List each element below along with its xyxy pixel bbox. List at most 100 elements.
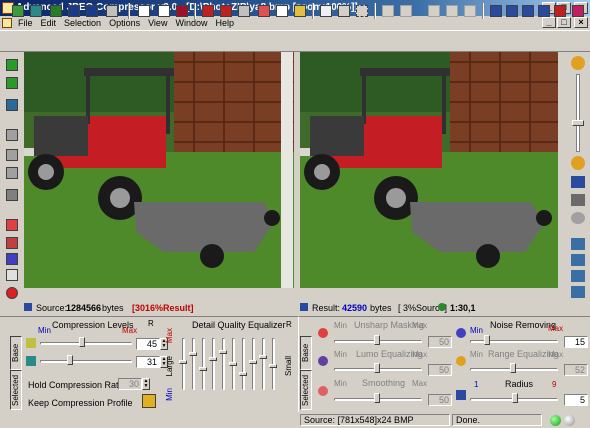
range-field[interactable]: 52: [564, 364, 588, 376]
paste-icon[interactable]: [218, 3, 234, 19]
load-icon[interactable]: [2, 56, 22, 74]
eraser-icon[interactable]: [2, 266, 22, 284]
equalizer-sliders[interactable]: [178, 332, 282, 404]
result-image[interactable]: [300, 52, 558, 288]
equalizer-band-thumb[interactable]: [209, 357, 217, 362]
paste-new-icon[interactable]: [236, 3, 252, 19]
print-icon[interactable]: [104, 3, 120, 19]
equalizer-band-thumb[interactable]: [249, 359, 257, 364]
smoothing-thumb[interactable]: [374, 393, 380, 403]
layout-single-icon[interactable]: [536, 3, 552, 19]
equalizer-band-track[interactable]: [212, 338, 215, 390]
range-thumb[interactable]: [510, 363, 516, 373]
region-options-icon[interactable]: [2, 164, 22, 182]
zoom-tool-icon[interactable]: [571, 212, 585, 224]
region-list-icon[interactable]: [2, 96, 22, 114]
region-apply-icon[interactable]: [2, 186, 22, 204]
unsharp-field[interactable]: 50: [428, 336, 452, 348]
equalizer-band-thumb[interactable]: [239, 371, 247, 376]
region-view-icon[interactable]: [2, 126, 22, 144]
compression-level-2-field[interactable]: 31: [136, 356, 160, 368]
radius-thumb[interactable]: [512, 393, 518, 403]
page-icon[interactable]: [274, 3, 290, 19]
actual-size-icon[interactable]: [571, 194, 585, 206]
noise-thumb[interactable]: [484, 335, 490, 345]
equalizer-band-track[interactable]: [252, 338, 255, 390]
compression-level-1-track[interactable]: [40, 342, 132, 345]
unsharp-thumb[interactable]: [374, 335, 380, 345]
view-both-icon[interactable]: [571, 270, 585, 282]
save-as-icon[interactable]: [84, 3, 100, 19]
color-picker-icon[interactable]: [2, 216, 22, 234]
equalizer-band-track[interactable]: [242, 338, 245, 390]
open-icon[interactable]: [10, 3, 26, 19]
equalizer-band-thumb[interactable]: [189, 352, 197, 357]
image-info-icon[interactable]: [136, 3, 152, 19]
document-icon[interactable]: [2, 18, 12, 28]
equalizer-band-thumb[interactable]: [179, 359, 187, 364]
source-vertical-scrollbar[interactable]: [281, 52, 293, 288]
select-all-icon[interactable]: [380, 3, 396, 19]
toolbar-separator: [374, 3, 376, 19]
source-image[interactable]: [24, 52, 294, 288]
edit-region-icon[interactable]: [444, 3, 460, 19]
layout-split-icon[interactable]: [488, 3, 504, 19]
smoothing-field[interactable]: 50: [428, 394, 452, 406]
equalizer-band-track[interactable]: [222, 338, 225, 390]
hold-ratio-field[interactable]: 30: [118, 378, 142, 390]
compare-icon[interactable]: [570, 3, 586, 19]
equalizer-band-thumb[interactable]: [229, 362, 237, 366]
compression-level-2-track[interactable]: [40, 360, 132, 363]
layout-vertical-icon[interactable]: [520, 3, 536, 19]
region-edit-icon[interactable]: [2, 146, 22, 164]
compression-level-1-thumb[interactable]: [78, 337, 85, 347]
view-result-icon[interactable]: [571, 254, 585, 266]
equalizer-band-thumb[interactable]: [269, 364, 277, 369]
equalizer-band-track[interactable]: [192, 338, 195, 390]
radius-field[interactable]: 5: [564, 394, 588, 406]
invert-selection-icon[interactable]: [398, 3, 414, 19]
zoom-slider[interactable]: [576, 74, 580, 152]
equalizer-band-thumb[interactable]: [199, 366, 207, 371]
copy-icon[interactable]: [200, 3, 216, 19]
save-icon[interactable]: [66, 3, 82, 19]
open-folder-icon[interactable]: [28, 3, 44, 19]
navigator-icon[interactable]: [552, 3, 568, 19]
zoom-out-icon[interactable]: [571, 156, 585, 170]
equalizer-band-thumb[interactable]: [219, 350, 227, 354]
layout-horizontal-icon[interactable]: [504, 3, 520, 19]
tab-selected[interactable]: Selected: [10, 370, 22, 410]
hold-ratio-spinner[interactable]: ▲ ▼: [142, 378, 150, 390]
reset-icon[interactable]: [2, 284, 22, 302]
edit-selection-icon[interactable]: [426, 3, 442, 19]
select-rect-icon[interactable]: [354, 3, 370, 19]
compression-level-2-thumb[interactable]: [66, 355, 73, 365]
lumo-thumb[interactable]: [374, 363, 380, 373]
keep-profile-button[interactable]: [142, 394, 156, 408]
filters-tab-selected[interactable]: Selected: [300, 370, 312, 410]
zoom-slider-thumb[interactable]: [572, 120, 584, 126]
clear-icon[interactable]: [256, 3, 272, 19]
equalizer-band-thumb[interactable]: [259, 354, 267, 359]
tab-base[interactable]: Base: [10, 336, 22, 370]
export-icon[interactable]: [48, 3, 64, 19]
unload-icon[interactable]: [2, 74, 22, 92]
gem-icon[interactable]: [174, 3, 190, 19]
noise-field[interactable]: 15: [564, 336, 588, 348]
hand-tool-icon[interactable]: [318, 3, 334, 19]
source-horizontal-scrollbar[interactable]: [24, 288, 294, 291]
note-icon[interactable]: [292, 3, 308, 19]
filters-tab-base[interactable]: Base: [300, 336, 312, 370]
one-to-one-icon[interactable]: [156, 3, 172, 19]
equalizer-band-track[interactable]: [262, 338, 265, 390]
equalizer-band-track[interactable]: [202, 338, 205, 390]
compression-level-1-field[interactable]: 45: [136, 338, 160, 350]
view-diff-icon[interactable]: [571, 286, 585, 298]
fit-window-icon[interactable]: [571, 176, 585, 188]
region-settings-icon[interactable]: [462, 3, 478, 19]
lumo-field[interactable]: 50: [428, 364, 452, 376]
view-source-icon[interactable]: [571, 238, 585, 250]
lasso-icon[interactable]: [336, 3, 352, 19]
equalizer-band-track[interactable]: [182, 338, 185, 390]
zoom-in-icon[interactable]: [571, 56, 585, 70]
